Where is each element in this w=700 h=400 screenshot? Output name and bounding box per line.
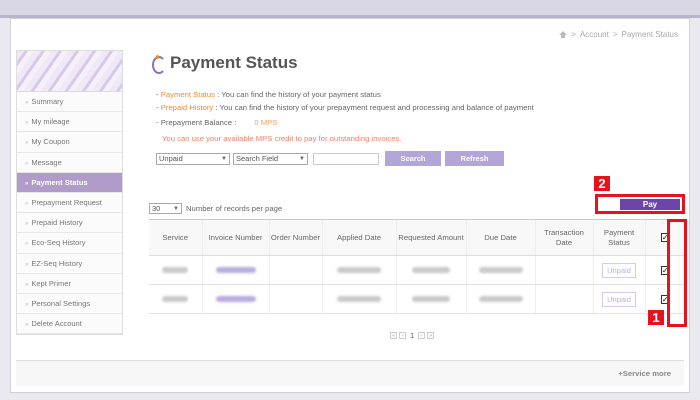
sidebar-item-delete-account[interactable]: Delete Account xyxy=(17,314,122,335)
redacted-due-date xyxy=(478,266,523,273)
breadcrumb: > Account > Payment Status xyxy=(559,30,678,39)
header-order-number: Order Number xyxy=(268,219,322,256)
redacted-amount xyxy=(412,266,450,273)
sidebar-banner xyxy=(16,50,123,92)
chevron-down-icon: ▼ xyxy=(299,155,305,162)
info-prepaid-history-label: Prepaid History xyxy=(160,102,214,112)
info-notes: - Payment Status : You can find the hist… xyxy=(156,90,534,112)
footer: +Service more xyxy=(16,360,684,386)
top-bar xyxy=(0,0,700,18)
table-row: Unpaid ✓ xyxy=(149,284,685,314)
records-label: Number of records per page xyxy=(186,204,283,213)
current-page[interactable]: 1 xyxy=(408,331,416,340)
home-icon[interactable] xyxy=(559,31,568,38)
info-prepaid-history-text: : You can find the history of your prepa… xyxy=(213,102,534,112)
next-page-button[interactable]: › xyxy=(418,332,426,339)
chevron-down-icon: ▼ xyxy=(173,205,179,212)
payment-logo-icon xyxy=(152,55,166,74)
sidebar-item-summary[interactable]: Summary xyxy=(17,92,122,113)
checkbox-highlight xyxy=(667,219,687,327)
search-input[interactable] xyxy=(313,152,379,165)
redacted-due-date xyxy=(478,295,523,302)
sidebar-menu: Summary My mileage My Coupon Message Pay… xyxy=(16,92,123,336)
header-requested-amount: Requested Amount xyxy=(395,219,466,256)
info-payment-status-label: Payment Status xyxy=(160,90,215,99)
chevron-down-icon: ▼ xyxy=(221,155,227,162)
sidebar-item-personal-settings[interactable]: Personal Settings xyxy=(17,293,122,315)
service-more-link[interactable]: +Service more xyxy=(618,369,671,378)
filter-bar: Unpaid ▼ Search Field ▼ Search Refresh xyxy=(156,151,504,166)
status-badge: Unpaid xyxy=(602,291,636,307)
pagination: « ‹ 1 › » xyxy=(390,331,435,340)
sidebar-item-kept-primer[interactable]: Kept Primer xyxy=(17,273,122,294)
sidebar-item-eco-seq-history[interactable]: Eco-Seq History xyxy=(17,233,122,254)
page-header: Payment Status xyxy=(152,53,298,74)
search-field-value: Search Field xyxy=(236,154,279,163)
header-payment-status: Payment Status xyxy=(592,219,645,256)
redacted-invoice-number[interactable] xyxy=(215,295,256,302)
last-page-button[interactable]: » xyxy=(427,332,435,339)
first-page-button[interactable]: « xyxy=(390,332,397,339)
pay-button[interactable]: Pay xyxy=(620,199,680,210)
search-button[interactable]: Search xyxy=(385,151,441,166)
breadcrumb-current: Payment Status xyxy=(621,30,678,39)
header-transaction-date: Transaction Date xyxy=(534,219,593,256)
pay-highlight: Pay xyxy=(595,194,685,214)
search-field-select[interactable]: Search Field ▼ xyxy=(233,152,308,165)
redacted-amount xyxy=(412,295,450,302)
header-service: Service xyxy=(149,219,202,256)
redacted-service xyxy=(162,295,189,302)
balance-label: - Prepayment Balance : xyxy=(156,118,237,127)
credit-notice: You can use your available MPS credit to… xyxy=(162,134,402,143)
redacted-service xyxy=(162,266,189,273)
status-select[interactable]: Unpaid ▼ xyxy=(156,152,230,165)
header-applied-date: Applied Date xyxy=(321,219,396,256)
header-invoice-number: Invoice Number xyxy=(201,219,269,256)
records-select-value: 30 xyxy=(152,204,161,213)
sidebar-item-my-coupon[interactable]: My Coupon xyxy=(17,132,122,153)
sidebar-item-prepayment-request[interactable]: Prepayment Request xyxy=(17,192,122,214)
redacted-applied-date xyxy=(337,295,381,302)
table-row: Unpaid ✓ xyxy=(149,255,685,285)
breadcrumb-account[interactable]: Account xyxy=(580,30,609,39)
sidebar-item-message[interactable]: Message xyxy=(17,152,122,173)
header-due-date: Due Date xyxy=(465,219,535,256)
step-badge-2: 2 xyxy=(594,176,610,191)
redacted-applied-date xyxy=(337,266,381,273)
status-badge: Unpaid xyxy=(602,262,636,278)
sidebar: Summary My mileage My Coupon Message Pay… xyxy=(16,50,123,336)
sidebar-item-ez-seq-history[interactable]: EZ-Seq History xyxy=(17,253,122,274)
prev-page-button[interactable]: ‹ xyxy=(399,332,406,339)
sidebar-item-payment-status[interactable]: Payment Status xyxy=(17,172,122,193)
records-select[interactable]: 30 ▼ xyxy=(149,203,182,214)
sidebar-item-prepaid-history[interactable]: Prepaid History xyxy=(17,213,122,234)
page-title: Payment Status xyxy=(170,53,298,72)
step-badge-1: 1 xyxy=(648,310,664,325)
prepayment-balance: - Prepayment Balance : 0 MPS xyxy=(156,118,277,127)
refresh-button[interactable]: Refresh xyxy=(445,151,504,166)
redacted-invoice-number[interactable] xyxy=(215,266,256,273)
invoice-table: Service Invoice Number Order Number Appl… xyxy=(149,219,685,314)
table-header-row: Service Invoice Number Order Number Appl… xyxy=(149,219,685,256)
records-per-page: 30 ▼ Number of records per page xyxy=(149,203,282,214)
info-payment-status-text: : You can find the history of your payme… xyxy=(214,90,381,99)
balance-value: 0 MPS xyxy=(254,118,278,127)
sidebar-item-my-mileage[interactable]: My mileage xyxy=(17,112,122,133)
status-select-value: Unpaid xyxy=(159,154,183,163)
